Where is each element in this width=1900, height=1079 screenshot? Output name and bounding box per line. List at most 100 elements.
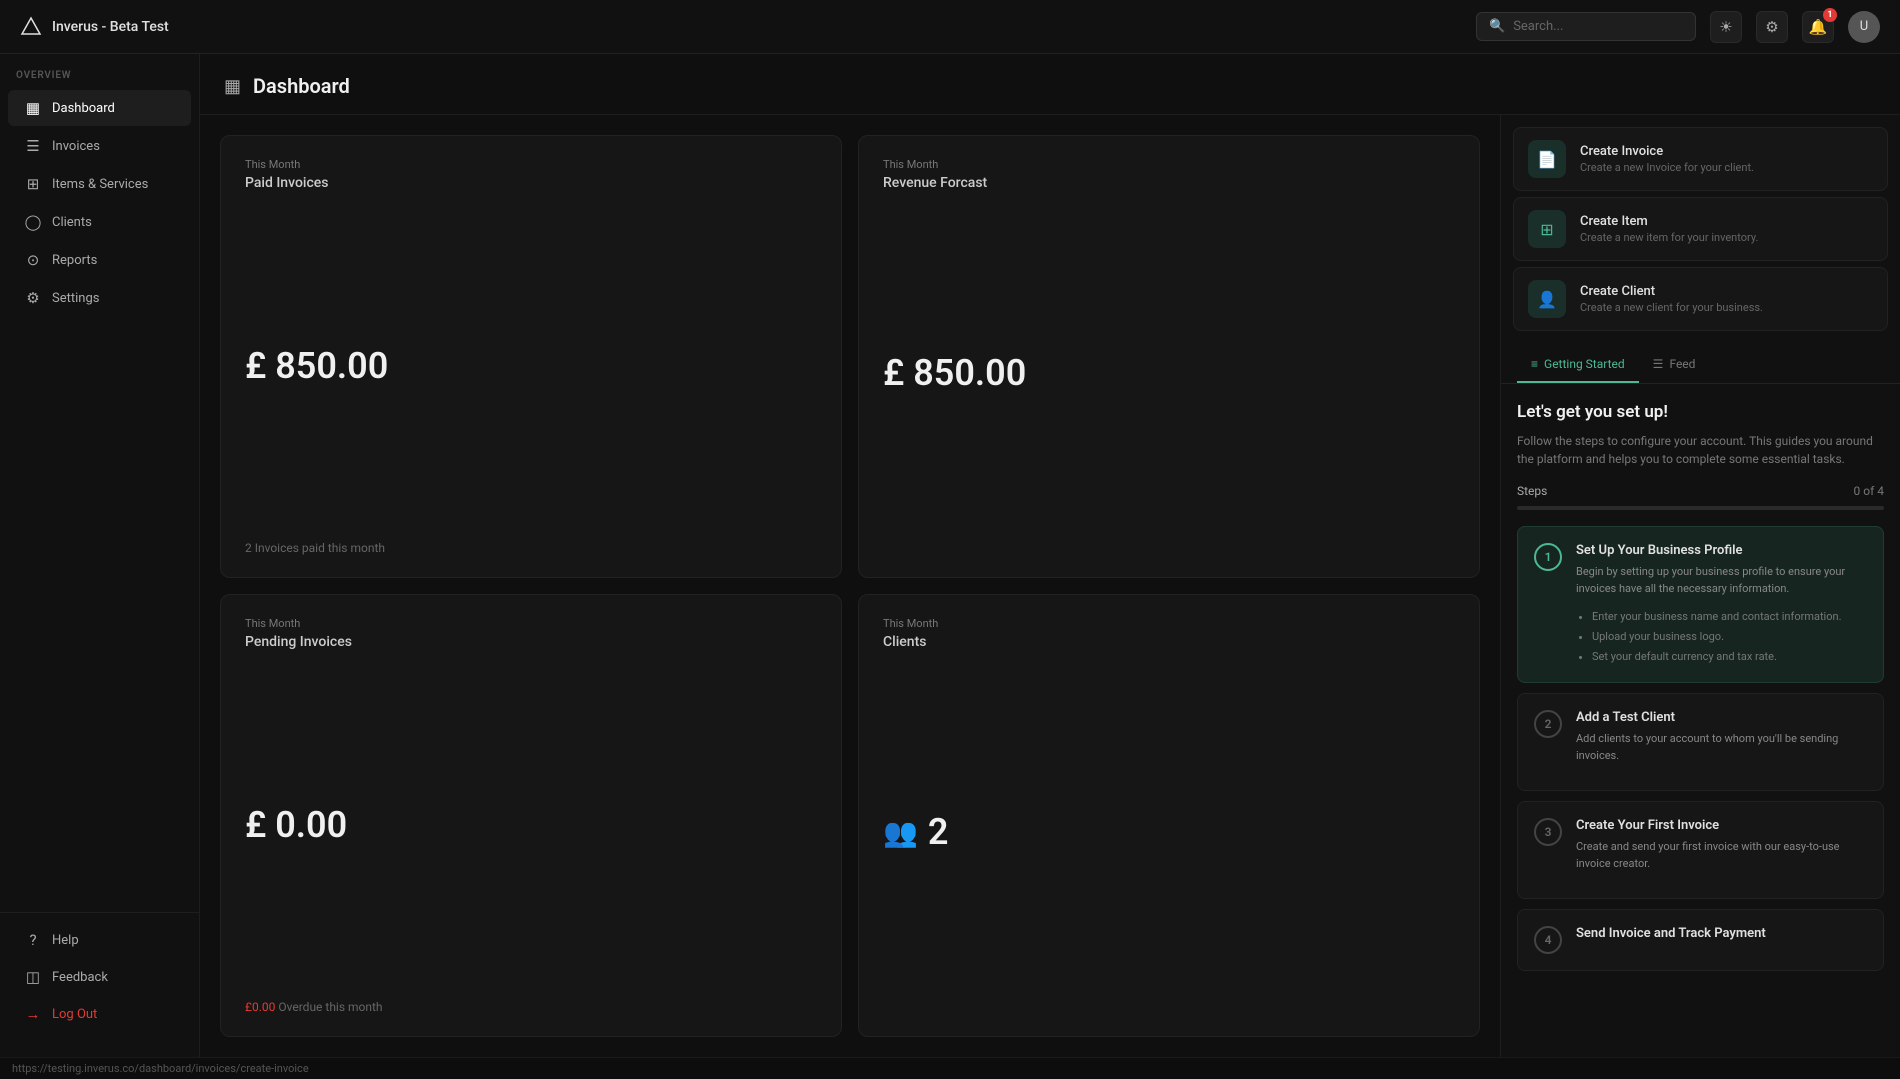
tab-feed[interactable]: ☰ Feed [1639, 347, 1710, 383]
sidebar-item-label-feedback: Feedback [52, 970, 108, 985]
dashboard-icon: ▦ [24, 99, 42, 117]
overdue-amount: £0.00 [245, 1000, 275, 1014]
create-client-text: Create Client Create a new client for yo… [1580, 284, 1763, 314]
sidebar-item-reports[interactable]: ⊙ Reports [8, 242, 191, 278]
feed-tab-label: Feed [1669, 357, 1695, 371]
items-icon: ⊞ [24, 175, 42, 193]
feedback-icon: ◫ [24, 968, 42, 986]
step-1-subtitle: Begin by setting up your business profil… [1576, 564, 1867, 597]
create-item-icon: ⊞ [1528, 210, 1566, 248]
sidebar-item-settings[interactable]: ⚙ Settings [8, 280, 191, 316]
invoices-icon: ☰ [24, 137, 42, 155]
step-1-bullets: Enter your business name and contact inf… [1576, 607, 1867, 666]
settings-button[interactable]: ⚙ [1756, 11, 1788, 43]
page-title: Dashboard [253, 74, 350, 98]
avatar-initials: U [1860, 19, 1868, 34]
sidebar-item-items-services[interactable]: ⊞ Items & Services [8, 166, 191, 202]
create-item-subtitle: Create a new item for your inventory. [1580, 231, 1758, 244]
pending-title: Pending Invoices [245, 634, 817, 650]
feed-tab-icon: ☰ [1653, 357, 1664, 371]
create-client-title: Create Client [1580, 284, 1763, 299]
sidebar-item-label-logout: Log Out [52, 1007, 97, 1022]
notification-badge: 1 [1823, 8, 1837, 22]
pending-period: This Month [245, 617, 817, 630]
page-header: ▦ Dashboard [200, 54, 1900, 115]
notifications-button[interactable]: 🔔 1 [1802, 11, 1834, 43]
stat-card-revenue-forecast: This Month Revenue Forcast £ 850.00 [858, 135, 1480, 578]
stat-card-pending-invoices: This Month Pending Invoices £ 0.00 £0.00… [220, 594, 842, 1037]
progress-bar [1517, 506, 1884, 510]
sidebar-item-label-items: Items & Services [52, 177, 148, 192]
stats-cards-area: This Month Paid Invoices £ 850.00 2 Invo… [200, 115, 1500, 1057]
sidebar-item-label-reports: Reports [52, 253, 97, 268]
create-item-button[interactable]: ⊞ Create Item Create a new item for your… [1513, 197, 1888, 261]
settings-icon: ⚙ [24, 289, 42, 307]
clients-period: This Month [883, 617, 1455, 630]
topbar: Inverus - Beta Test 🔍 Search... ☀ ⚙ 🔔 1 … [0, 0, 1900, 54]
create-client-button[interactable]: 👤 Create Client Create a new client for … [1513, 267, 1888, 331]
sidebar-item-label-clients: Clients [52, 215, 92, 230]
search-placeholder: Search... [1513, 19, 1563, 34]
tab-getting-started[interactable]: ≡ Getting Started [1517, 347, 1639, 383]
right-panel: 📄 Create Invoice Create a new Invoice fo… [1500, 115, 1900, 1057]
step-number-3: 3 [1534, 818, 1562, 846]
logout-icon: → [24, 1005, 42, 1023]
sidebar-item-invoices[interactable]: ☰ Invoices [8, 128, 191, 164]
step-number-4: 4 [1534, 926, 1562, 954]
create-item-text: Create Item Create a new item for your i… [1580, 214, 1758, 244]
stat-card-paid-invoices: This Month Paid Invoices £ 850.00 2 Invo… [220, 135, 842, 578]
paid-invoices-footer-text: 2 Invoices paid this month [245, 541, 385, 555]
step-item-3[interactable]: 3 Create Your First Invoice Create and s… [1517, 801, 1884, 899]
sidebar-item-logout[interactable]: → Log Out [8, 996, 191, 1032]
url-text: https://testing.inverus.co/dashboard/inv… [12, 1062, 309, 1075]
sidebar-bottom: ? Help ◫ Feedback → Log Out [0, 912, 199, 1041]
paid-invoices-footer: 2 Invoices paid this month [245, 541, 817, 555]
sidebar: Overview ▦ Dashboard ☰ Invoices ⊞ Items … [0, 54, 200, 1057]
create-invoice-icon: 📄 [1528, 140, 1566, 178]
step-1-bullet-2: Upload your business logo. [1592, 627, 1867, 647]
step-item-4[interactable]: 4 Send Invoice and Track Payment [1517, 909, 1884, 971]
dashboard-grid: This Month Paid Invoices £ 850.00 2 Invo… [200, 115, 1900, 1057]
sidebar-item-dashboard[interactable]: ▦ Dashboard [8, 90, 191, 126]
clients-value: 2 [928, 811, 949, 853]
create-invoice-button[interactable]: 📄 Create Invoice Create a new Invoice fo… [1513, 127, 1888, 191]
sidebar-section-overview: Overview [0, 70, 199, 89]
getting-started-tab-icon: ≡ [1531, 357, 1538, 371]
step-1-bullet-1: Enter your business name and contact inf… [1592, 607, 1867, 627]
create-invoice-text: Create Invoice Create a new Invoice for … [1580, 144, 1754, 174]
sidebar-item-feedback[interactable]: ◫ Feedback [8, 959, 191, 995]
getting-started-tab-label: Getting Started [1544, 357, 1625, 371]
step-item-1[interactable]: 1 Set Up Your Business Profile Begin by … [1517, 526, 1884, 683]
theme-toggle-button[interactable]: ☀ [1710, 11, 1742, 43]
create-item-title: Create Item [1580, 214, 1758, 229]
search-bar[interactable]: 🔍 Search... [1476, 12, 1696, 41]
revenue-value: £ 850.00 [883, 352, 1455, 394]
step-2-content: Add a Test Client Add clients to your ac… [1576, 710, 1867, 774]
sidebar-item-label-invoices: Invoices [52, 139, 100, 154]
step-item-2[interactable]: 2 Add a Test Client Add clients to your … [1517, 693, 1884, 791]
step-1-bullet-3: Set your default currency and tax rate. [1592, 647, 1867, 667]
theme-icon: ☀ [1719, 18, 1732, 36]
getting-started-subtitle: Follow the steps to configure your accou… [1517, 432, 1884, 468]
create-invoice-subtitle: Create a new Invoice for your client. [1580, 161, 1754, 174]
sidebar-item-help[interactable]: ? Help [8, 922, 191, 958]
steps-label: Steps [1517, 484, 1547, 498]
quick-actions: 📄 Create Invoice Create a new Invoice fo… [1501, 115, 1900, 347]
main-layout: Overview ▦ Dashboard ☰ Invoices ⊞ Items … [0, 54, 1900, 1057]
step-2-subtitle: Add clients to your account to whom you'… [1576, 731, 1867, 764]
stat-card-clients: This Month Clients 👥 2 [858, 594, 1480, 1037]
topbar-right: 🔍 Search... ☀ ⚙ 🔔 1 U [1476, 11, 1880, 43]
create-client-icon: 👤 [1528, 280, 1566, 318]
avatar[interactable]: U [1848, 11, 1880, 43]
sidebar-item-clients[interactable]: ◯ Clients [8, 204, 191, 240]
reports-icon: ⊙ [24, 251, 42, 269]
getting-started-title: Let's get you set up! [1517, 402, 1884, 422]
clients-title: Clients [883, 634, 1455, 650]
url-bar: https://testing.inverus.co/dashboard/inv… [0, 1057, 1900, 1079]
step-4-content: Send Invoice and Track Payment [1576, 926, 1766, 954]
app-logo-icon [20, 16, 42, 38]
clients-count-icon: 👥 [883, 816, 918, 849]
revenue-title: Revenue Forcast [883, 175, 1455, 191]
clients-icon: ◯ [24, 213, 42, 231]
step-3-title: Create Your First Invoice [1576, 818, 1867, 833]
